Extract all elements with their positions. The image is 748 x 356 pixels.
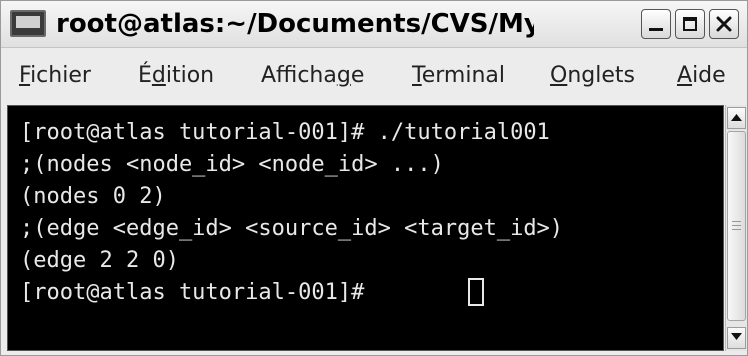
text-cursor	[468, 278, 484, 306]
terminal-line: (edge 2 2 0)	[20, 248, 179, 273]
scrollbar-thumb[interactable]	[727, 131, 746, 321]
menu-onglets[interactable]: Onglets	[550, 62, 635, 90]
menu-bar: Fichier Édition Affichage Terminal Ongle…	[1, 48, 747, 102]
menu-terminal[interactable]: Terminal	[412, 62, 505, 90]
terminal-line: [root@atlas tutorial-001]# ./tutorial001	[20, 120, 550, 145]
title-bar[interactable]: root@atlas:~/Documents/CVS/My-tuli|	[1, 1, 747, 48]
menu-aide[interactable]: Aide	[677, 62, 726, 90]
terminal-prompt-line: [root@atlas tutorial-001]#	[20, 280, 378, 305]
terminal-icon[interactable]	[10, 10, 46, 37]
arrow-down-icon[interactable]	[727, 327, 746, 349]
terminal-line: ;(edge <edge_id> <source_id> <target_id>…	[20, 216, 564, 241]
maximize-icon[interactable]	[675, 9, 705, 39]
menu-fichier[interactable]: Fichier	[19, 62, 91, 90]
close-icon[interactable]	[709, 9, 739, 39]
menu-affichage[interactable]: Affichage	[261, 62, 364, 90]
window-title: root@atlas:~/Documents/CVS/My-tuli|	[56, 9, 534, 39]
terminal-line: (nodes 0 2)	[20, 184, 166, 209]
terminal-output[interactable]: [root@atlas tutorial-001]# ./tutorial001…	[7, 105, 724, 351]
vertical-scrollbar[interactable]	[725, 105, 747, 351]
menu-edition[interactable]: Édition	[138, 62, 214, 90]
terminal-line: ;(nodes <node_id> <node_id> ...)	[20, 152, 444, 177]
minimize-icon[interactable]	[641, 9, 671, 39]
arrow-up-icon[interactable]	[727, 107, 746, 129]
terminal-window: root@atlas:~/Documents/CVS/My-tuli| Fich…	[0, 0, 748, 356]
